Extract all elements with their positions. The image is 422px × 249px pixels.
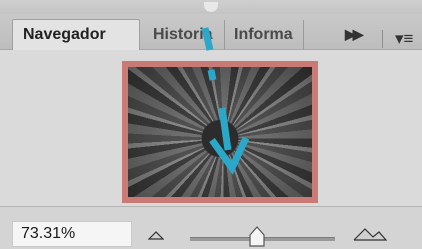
zoom-out-mountain-icon[interactable] [148,230,164,240]
panel-top-strip [0,0,422,14]
tab-informacion[interactable]: Informa [226,20,304,50]
zoom-in-mountain-icon[interactable] [353,227,387,241]
image-thumbnail[interactable] [128,67,312,197]
double-chevron-right-icon[interactable]: ▶▶ [345,26,363,43]
tab-bar: Navegador Historia Informa ▶▶ ▾≡ [0,14,422,51]
panel-grip[interactable] [204,2,218,12]
zoom-value-field[interactable]: 73.31% [12,221,132,247]
zoom-slider-thumb[interactable] [248,225,266,247]
tab-historia[interactable]: Historia [145,20,225,50]
zoom-bar: 73.31% [0,206,422,249]
tab-navegador[interactable]: Navegador [12,19,140,51]
view-box[interactable] [122,61,318,203]
tab-bar-divider [382,30,383,48]
panel-menu-icon[interactable]: ▾≡ [395,29,413,49]
